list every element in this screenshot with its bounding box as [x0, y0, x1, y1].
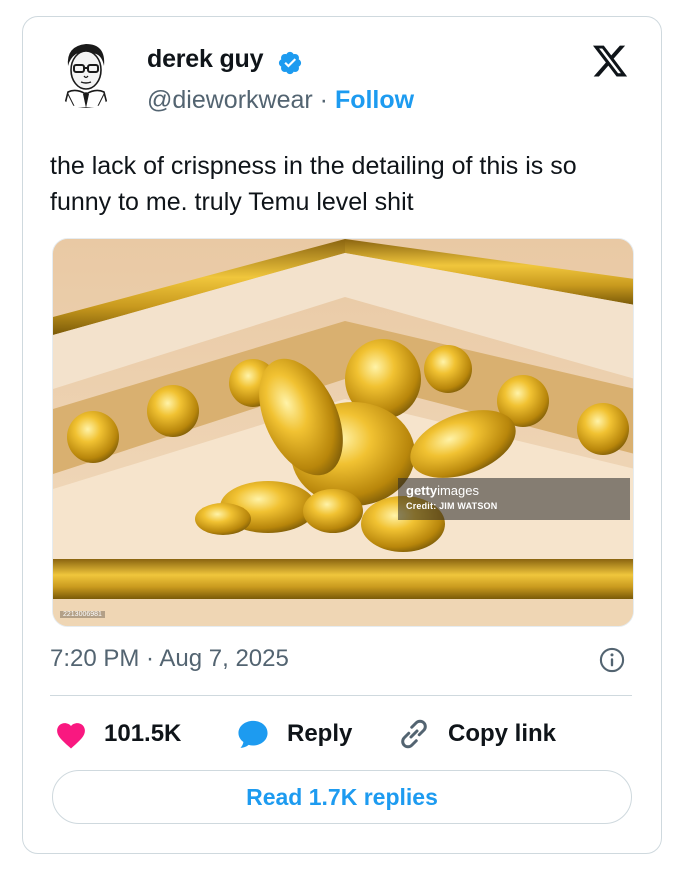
copy-link-button[interactable]: Copy link — [396, 712, 556, 756]
reply-bubble-icon — [238, 720, 268, 748]
read-replies-button[interactable]: Read 1.7K replies — [52, 770, 632, 824]
reply-label: Reply — [287, 720, 353, 747]
follow-button[interactable]: Follow — [335, 86, 414, 114]
divider — [50, 695, 632, 696]
getty-watermark: gettyimages Credit: JIM WATSON — [398, 478, 630, 520]
copy-link-label: Copy link — [448, 720, 557, 747]
info-icon[interactable] — [598, 646, 626, 674]
author-handle-line: @dieworkwear · Follow — [147, 86, 414, 115]
getty-logo: gettyimages — [406, 483, 479, 498]
verified-badge-icon — [278, 51, 302, 75]
getty-brand: getty — [406, 483, 438, 498]
author-avatar[interactable] — [50, 36, 122, 108]
handle-separator: · — [312, 86, 335, 114]
image-id-label: 2213006981 — [60, 611, 105, 618]
author-name[interactable]: derek guy — [147, 45, 264, 74]
link-icon — [401, 719, 427, 749]
getty-brand-suffix: images — [437, 483, 479, 498]
read-replies-label: Read 1.7K replies — [246, 783, 438, 810]
like-button[interactable]: 101.5K — [54, 712, 181, 756]
getty-credit: Credit: JIM WATSON — [406, 501, 498, 511]
reply-button[interactable]: Reply — [235, 712, 352, 756]
author-handle[interactable]: @dieworkwear — [147, 86, 313, 114]
like-count: 101.5K — [104, 720, 182, 747]
heart-icon — [57, 723, 85, 749]
tweet-media-image[interactable] — [52, 238, 634, 627]
tweet-text: the lack of crispness in the detailing o… — [50, 152, 577, 216]
x-logo-icon[interactable] — [590, 42, 630, 80]
tweet-timestamp[interactable]: 7:20 PM · Aug 7, 2025 — [50, 645, 289, 673]
